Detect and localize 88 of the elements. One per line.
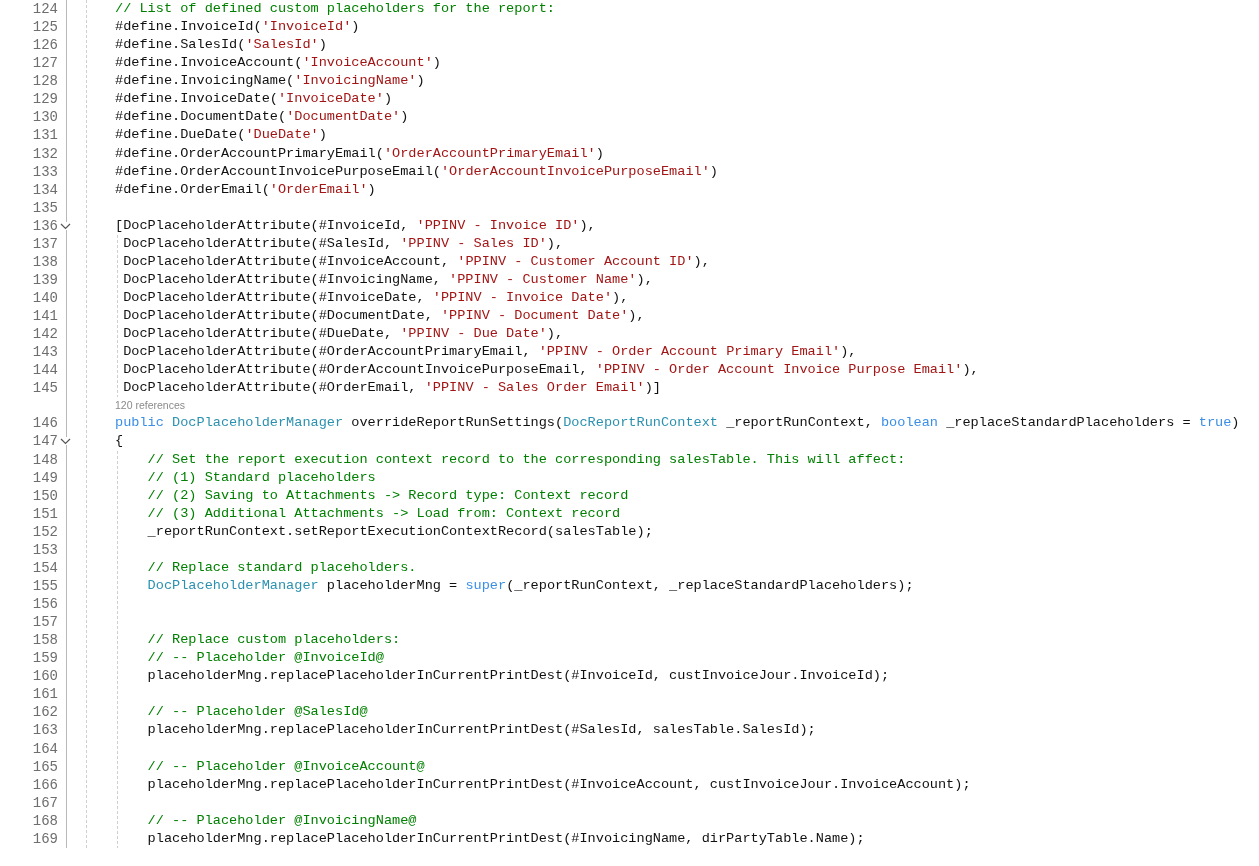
code-line: DocPlaceholderAttribute(#InvoiceDate, 'PPINV - Invoice Date'), <box>122 290 629 305</box>
line-number: 136 <box>31 216 58 235</box>
line-number: 146 <box>31 414 58 433</box>
code-line: DocPlaceholderAttribute(#DocumentDate, 'PPINV - Document Date'), <box>122 308 645 324</box>
line-number: 144 <box>31 361 58 380</box>
code-line: placeholderMng.replacePlaceholderInCurrentPrintDest(#InvoiceAccount, custInvoiceJour.InvoiceAccount); <box>146 776 971 792</box>
line-number: 157 <box>31 613 58 632</box>
line-number: 134 <box>31 180 58 199</box>
line-number: 150 <box>31 486 58 505</box>
code-line: DocPlaceholderAttribute(#OrderAccountPrimaryEmail, 'PPINV - Order Account Primary Email'), <box>122 344 857 360</box>
line-number: 137 <box>31 234 58 253</box>
code-line: // -- Placeholder @InvoiceId@ <box>146 650 384 666</box>
line-number: 169 <box>31 829 58 848</box>
line-number: 152 <box>31 522 58 541</box>
line-number: 154 <box>31 558 58 577</box>
line-number: 140 <box>31 289 58 308</box>
line-number: 166 <box>31 775 58 794</box>
code-line: // -- Placeholder @InvoiceAccount@ <box>146 758 425 774</box>
line-number: 156 <box>31 595 58 614</box>
line-number: 163 <box>31 721 58 740</box>
line-number: 142 <box>31 325 58 344</box>
code-line: // List of defined custom placeholders for the report: <box>115 1 555 16</box>
code-line: // Set the report execution context record to the corresponding salesTable. This will affect: <box>146 451 906 467</box>
line-number: 168 <box>31 811 58 830</box>
line-number: 149 <box>31 468 58 487</box>
code-line: #define.OrderEmail('OrderEmail') <box>115 181 376 197</box>
code-line: #define.OrderAccountPrimaryEmail('OrderAccountPrimaryEmail') <box>115 145 604 161</box>
code-line: // -- Placeholder @InvoicingName@ <box>146 812 417 828</box>
code-line: // (2) Saving to Attachments -> Record type: Context record <box>146 487 629 503</box>
code-line: _reportRunContext.setReportExecutionContextRecord(salesTable); <box>146 523 653 539</box>
line-number: 161 <box>31 685 58 704</box>
code-line: // -- Placeholder @SalesId@ <box>146 704 368 720</box>
line-number: 125 <box>31 18 58 37</box>
code-line: DocPlaceholderAttribute(#SalesId, 'PPINV - Sales ID'), <box>122 235 564 251</box>
code-line: // Replace standard placeholders. <box>146 559 417 575</box>
code-line: { <box>115 433 124 449</box>
code-line: DocPlaceholderManager placeholderMng = super(_reportRunContext, _replaceStandardPlaceholders); <box>146 577 914 593</box>
line-number: 159 <box>31 649 58 668</box>
line-number: 126 <box>31 36 58 55</box>
line-number: 143 <box>31 343 58 362</box>
code-line: #define.DueDate('DueDate') <box>115 127 327 143</box>
code-line: #define.InvoiceDate('InvoiceDate') <box>115 91 393 107</box>
code-line: #define.SalesId('SalesId') <box>115 37 327 53</box>
chevron-icon[interactable] <box>60 221 71 230</box>
code-line: // Replace custom placeholders: <box>146 632 401 648</box>
line-number: 162 <box>31 703 58 722</box>
code-line: [DocPlaceholderAttribute(#InvoiceId, 'PPINV - Invoice ID'), <box>115 217 596 233</box>
code-line: DocPlaceholderAttribute(#OrderAccountInvoicePurposeEmail, 'PPINV - Order Account Invoice Purpose Email'), <box>122 362 979 378</box>
line-number: 147 <box>31 432 58 451</box>
line-number: 131 <box>31 126 58 145</box>
line-number: 127 <box>31 54 58 73</box>
line-number: 139 <box>31 270 58 289</box>
line-number: 153 <box>31 540 58 559</box>
code-line: DocPlaceholderAttribute(#InvoiceAccount, 'PPINV - Customer Account ID'), <box>122 253 710 269</box>
code-line: DocPlaceholderAttribute(#InvoicingName, 'PPINV - Customer Name'), <box>122 271 653 287</box>
code-line: #define.OrderAccountInvoicePurposeEmail('OrderAccountInvoicePurposeEmail') <box>115 163 718 179</box>
code-line: #define.InvoicingName('InvoicingName') <box>115 73 425 89</box>
code-line: placeholderMng.replacePlaceholderInCurrentPrintDest(#InvoiceId, custInvoiceJour.InvoiceId); <box>146 668 890 684</box>
line-number: 130 <box>31 108 58 127</box>
line-number: 155 <box>31 576 58 595</box>
code-line: #define.InvoiceAccount('InvoiceAccount') <box>115 55 441 71</box>
code-line: DocPlaceholderAttribute(#DueDate, 'PPINV - Due Date'), <box>122 326 564 342</box>
line-number: 128 <box>31 72 58 91</box>
references-link[interactable]: 120 references <box>115 399 186 412</box>
line-number: 151 <box>31 504 58 523</box>
code-line: placeholderMng.replacePlaceholderInCurrentPrintDest(#SalesId, salesTable.SalesId); <box>146 722 816 738</box>
line-number: 138 <box>31 252 58 271</box>
code-line: public DocPlaceholderManager overrideReportRunSettings(DocReportRunContext _reportRunContext, boolean _replaceStandardPlaceholders = true) <box>115 415 1240 431</box>
line-number: 148 <box>31 450 58 469</box>
code-line: // (1) Standard placeholders <box>146 469 376 485</box>
line-number: 160 <box>31 667 58 686</box>
code-line: #define.DocumentDate('DocumentDate') <box>115 109 409 125</box>
code-line: placeholderMng.replacePlaceholderInCurrentPrintDest(#InvoicingName, dirPartyTable.Name); <box>146 830 865 846</box>
code-line: DocPlaceholderAttribute(#OrderEmail, 'PPINV - Sales Order Email')] <box>122 380 661 396</box>
line-number: 165 <box>31 757 58 776</box>
line-number: 135 <box>31 198 58 217</box>
line-number: 141 <box>31 307 58 326</box>
line-number: 124 <box>31 0 58 19</box>
line-number: 132 <box>31 144 58 163</box>
line-number: 164 <box>31 739 58 758</box>
code-line: // (3) Additional Attachments -> Load from: Context record <box>146 505 621 521</box>
line-number: 129 <box>31 90 58 109</box>
chevron-icon[interactable] <box>60 437 71 446</box>
line-number: 133 <box>31 162 58 181</box>
code-line: #define.InvoiceId('InvoiceId') <box>115 19 360 35</box>
line-number: 167 <box>31 793 58 812</box>
line-number: 145 <box>31 379 58 398</box>
line-number: 158 <box>31 631 58 650</box>
